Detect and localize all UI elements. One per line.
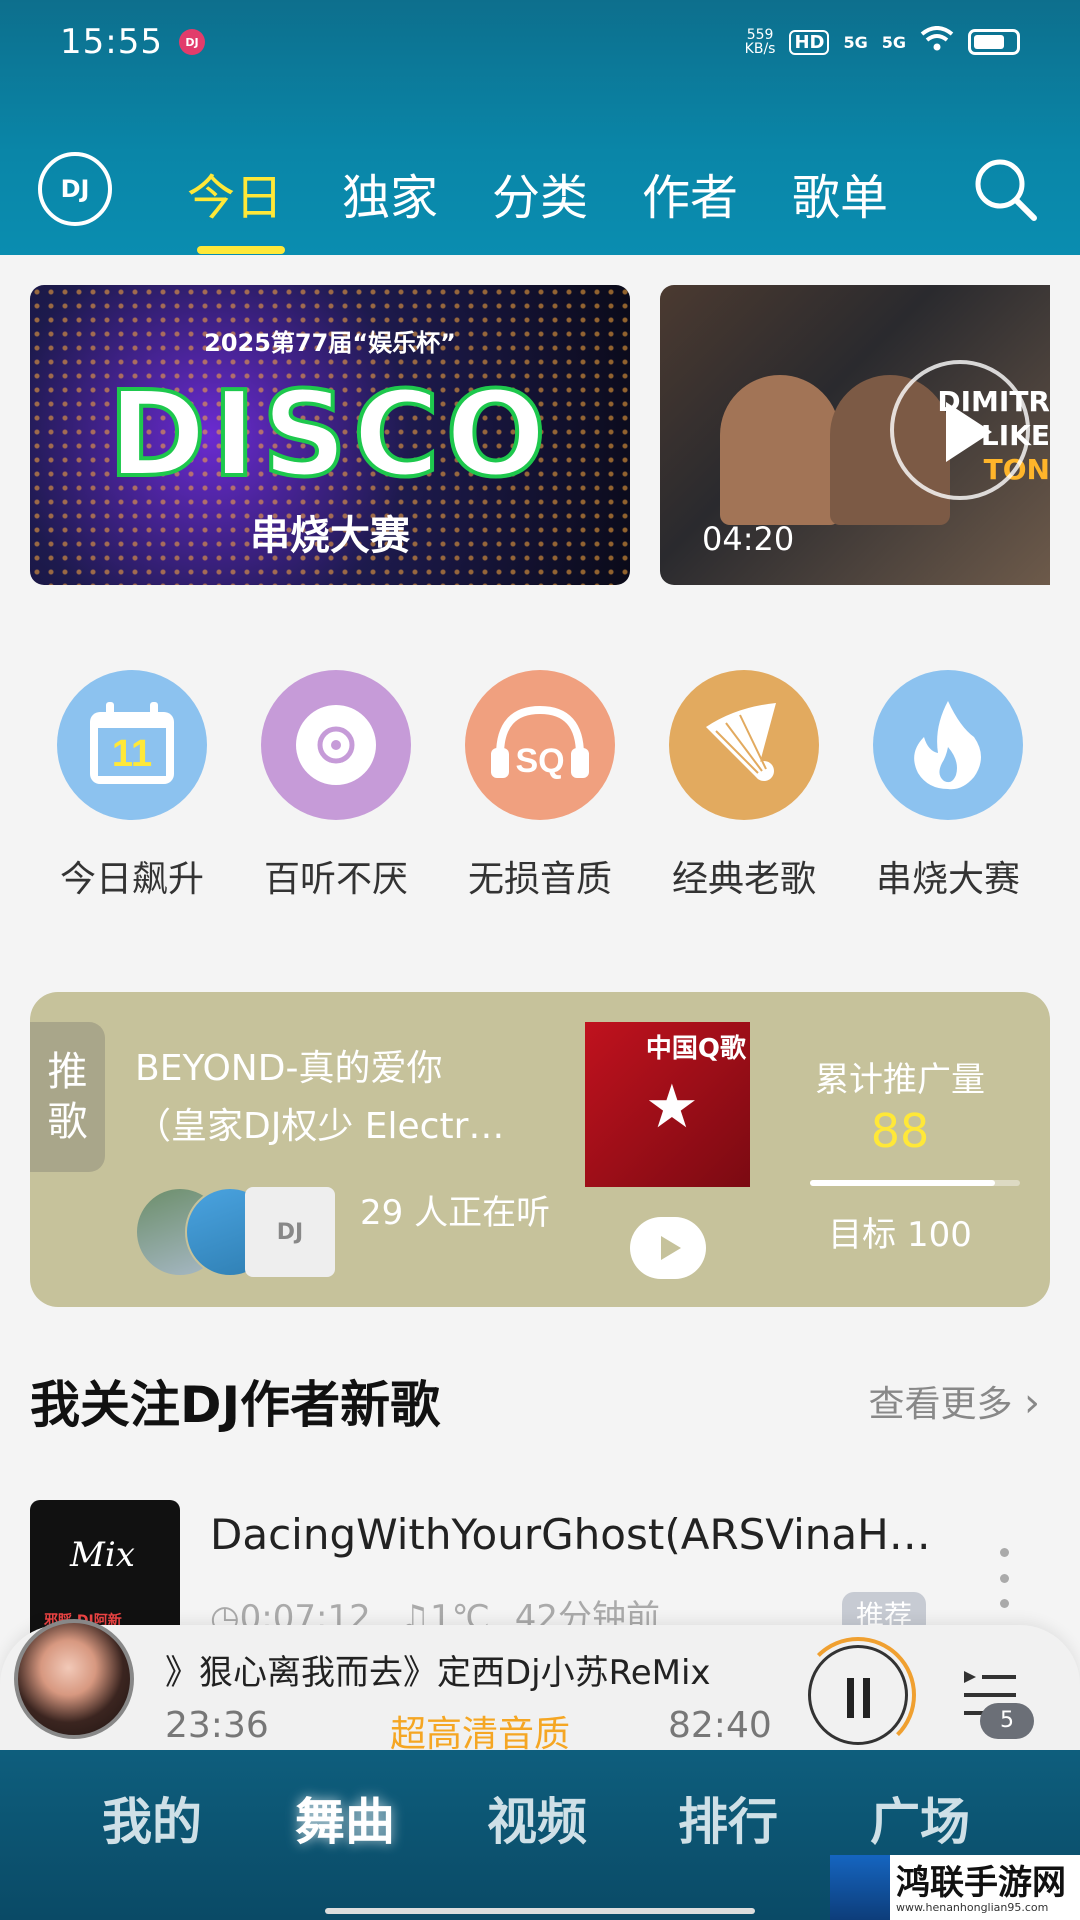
promo-cover: 中国Q歌 ★ [585,1022,750,1187]
tab-author[interactable]: 作者 [642,158,738,228]
active-tab-indicator [197,246,285,254]
svg-text:11: 11 [112,733,152,775]
dj-notification-icon: DJ [178,29,205,55]
disc-icon [261,670,411,820]
top-navigation: DJ 今日 独家 分类 作者 歌单 [0,140,1080,240]
flame-icon [873,670,1023,820]
category-classic[interactable]: 经典老歌 [669,670,819,902]
pause-button[interactable] [808,1645,908,1745]
signal-icon-2: 5G [881,32,906,52]
gramophone-icon [669,670,819,820]
status-time: 15:55 [60,22,163,62]
mini-player[interactable]: 》狠心离我而去》定西Dj小苏ReMix 23:36 超高清音质 82:40 5 [0,1619,1080,1755]
watermark: 鸿联手游网 www.henanhonglian95.com [830,1855,1080,1920]
elapsed-time: 23:36 [165,1705,269,1746]
song-list-item[interactable]: Mix 邪睬 DJ阿新 DacingWithYourGhost(ARSVinaH… [30,1500,1050,1650]
status-bar: 15:55 DJ 559 KB/s HD 5G 5G [60,22,1020,62]
signal-icon-1: 5G [843,32,868,52]
song-title: DacingWithYourGhost(ARSVinaH… [210,1510,931,1559]
category-label: 百听不厌 [263,859,408,900]
listener-avatars: DJ [135,1187,335,1277]
queue-count-badge: 5 [980,1703,1034,1739]
category-lossless[interactable]: SQ 无损音质 [465,670,615,902]
dj-headphones-icon: DJ [245,1187,335,1277]
category-label: 经典老歌 [671,859,816,900]
promo-stat-value: 88 [870,1104,930,1158]
header: 15:55 DJ 559 KB/s HD 5G 5G DJ 今日 独家 分类 作者… [0,0,1080,255]
hd-icon: HD [789,29,830,55]
promo-progress-bar [810,1180,1020,1186]
video-person-1 [720,375,840,525]
now-playing-artwork[interactable] [14,1619,134,1739]
listener-count: 29 人正在听 [360,1193,551,1233]
category-label: 今日飙升 [59,859,204,900]
status-indicators: 559 KB/s HD 5G 5G [744,25,1020,59]
banner-subtitle: 串烧大赛 [250,513,410,559]
tab-category[interactable]: 分类 [492,158,588,228]
promo-goal: 目标 100 [828,1215,972,1255]
nav-mine[interactable]: 我的 [102,1782,202,1854]
wifi-icon [920,25,954,59]
category-label: 串烧大赛 [875,859,1020,900]
section-title: 我关注DJ作者新歌 [30,1376,441,1434]
nav-dance[interactable]: 舞曲 [295,1782,395,1854]
tab-exclusive[interactable]: 独家 [342,158,438,228]
category-evergreen[interactable]: 百听不厌 [261,670,411,902]
now-playing-title: 》狠心离我而去》定西Dj小苏ReMix [165,1653,711,1693]
home-indicator[interactable] [325,1908,755,1914]
watermark-logo-icon [830,1855,890,1920]
sq-headphones-icon: SQ [465,670,615,820]
promo-progress-fill [810,1180,995,1186]
category-label: 无损音质 [467,859,612,900]
calendar-icon: 11 [57,670,207,820]
banner-year: 2025第77届“娱乐杯” [204,329,456,357]
star-icon: ★ [645,1072,699,1142]
see-more-link[interactable]: 查看更多 › [869,1375,1040,1427]
category-today-rising[interactable]: 11 今日飙升 [57,670,207,902]
dj-logo-button[interactable]: DJ [38,152,112,226]
banner-video[interactable]: DIMITR LIKE TON 04:20 [660,285,1050,585]
battery-icon [968,29,1020,55]
tab-playlist[interactable]: 歌单 [792,158,888,228]
chevron-right-icon: › [1024,1380,1040,1426]
more-options-icon[interactable] [1000,1548,1010,1608]
tab-today[interactable]: 今日 [187,158,283,228]
nav-video[interactable]: 视频 [487,1782,587,1854]
promo-title: BEYOND-真的爱你 （皇家DJ权少 Electr… [135,1048,505,1147]
banner-headline: DISCO [106,363,552,505]
promoted-song-card[interactable]: 推歌 BEYOND-真的爱你 （皇家DJ权少 Electr… DJ 29 人正在… [30,992,1050,1307]
video-duration: 04:20 [702,520,795,558]
category-medley[interactable]: 串烧大赛 [873,670,1023,902]
total-time: 82:40 [668,1705,772,1746]
promo-stat-label: 累计推广量 [815,1060,985,1100]
network-speed: 559 KB/s [744,27,776,57]
nav-ranking[interactable]: 排行 [678,1782,778,1854]
nav-plaza[interactable]: 广场 [870,1782,970,1854]
promo-play-button[interactable] [630,1217,706,1279]
svg-text:SQ: SQ [515,742,564,780]
play-icon[interactable] [890,360,1030,500]
search-icon[interactable] [970,154,1040,224]
promo-tag: 推歌 [30,1022,105,1172]
banner-disco[interactable]: 2025第77届“娱乐杯” DISCO 串烧大赛 [30,285,630,585]
